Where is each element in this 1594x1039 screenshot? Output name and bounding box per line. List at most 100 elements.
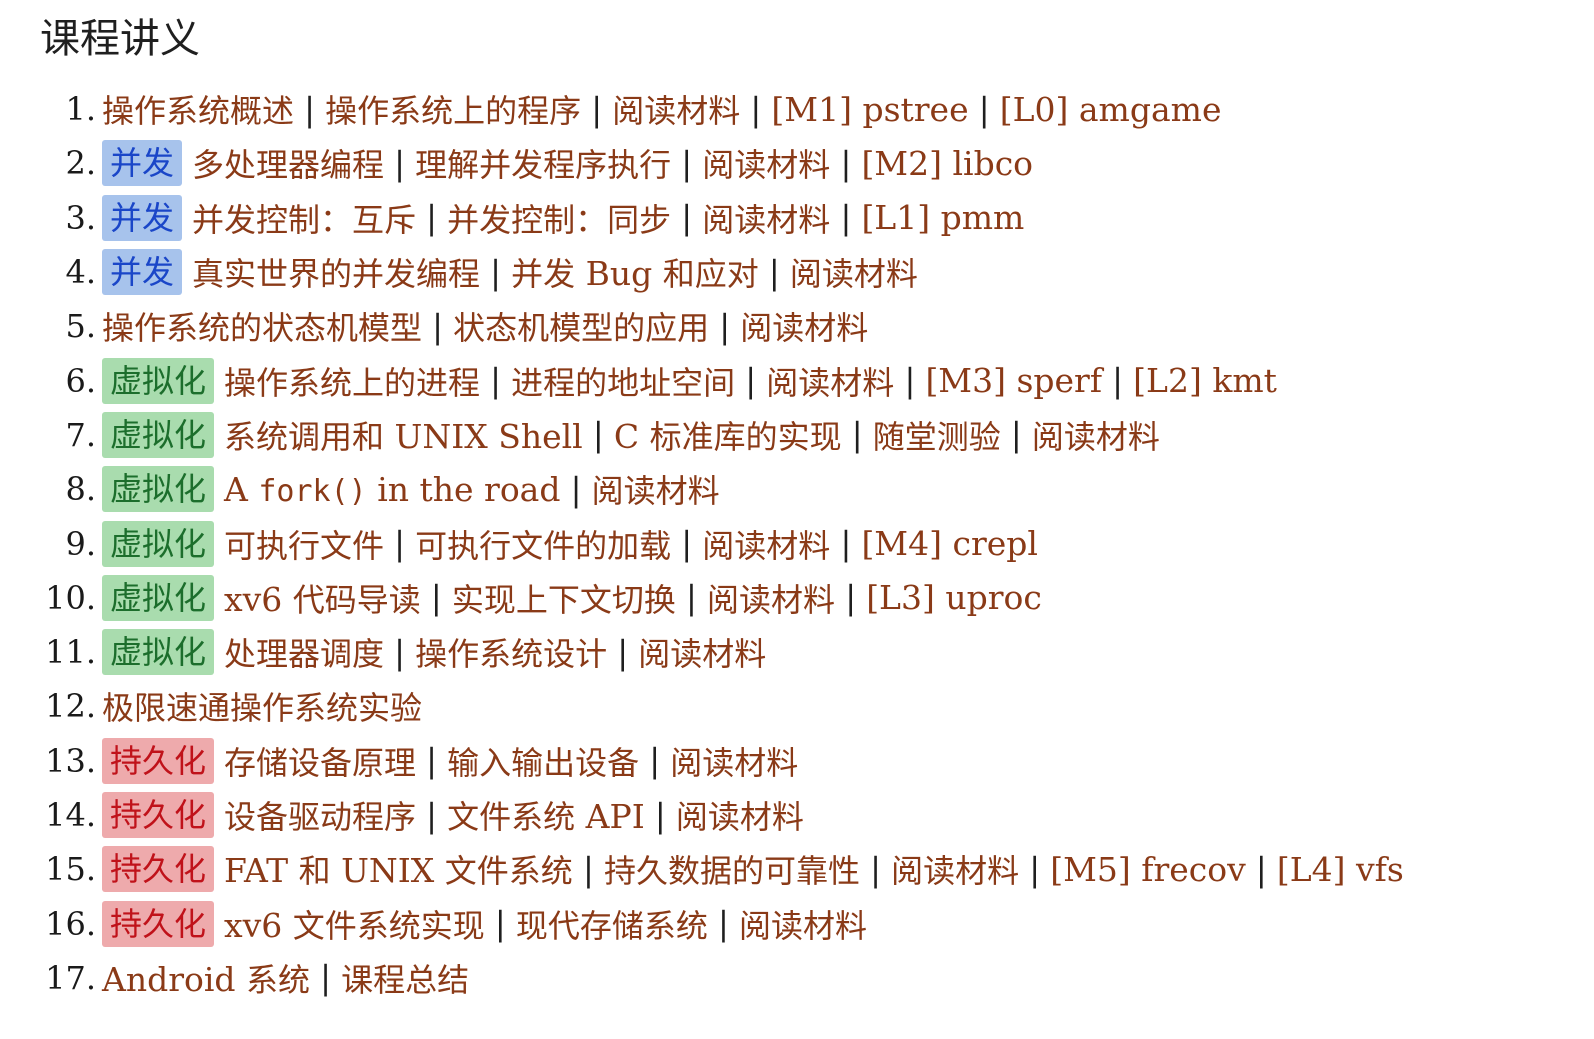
link-separator: | bbox=[490, 252, 502, 292]
lecture-link-item[interactable]: 多处理器编程 bbox=[192, 140, 384, 186]
lecture-link-item[interactable]: 阅读材料 bbox=[702, 195, 830, 241]
lecture-link-bug[interactable]: 并发 Bug 和应对 bbox=[511, 249, 759, 295]
link-separator: | bbox=[978, 89, 990, 129]
lecture-link-l4-vfs[interactable]: [L4] vfs bbox=[1277, 850, 1404, 889]
lecture-link-item[interactable]: 阅读材料 bbox=[1032, 412, 1160, 458]
lecture-link-item[interactable]: 操作系统概述 bbox=[102, 86, 294, 132]
lecture-link-item[interactable]: 处理器调度 bbox=[224, 629, 384, 675]
lecture-link-item[interactable]: 阅读材料 bbox=[740, 303, 868, 349]
lecture-link-item[interactable]: 设备驱动程序 bbox=[224, 792, 416, 838]
lecture-number: 7. bbox=[65, 415, 96, 454]
page-title: 课程讲义 bbox=[40, 16, 200, 62]
lecture-link-unix-shell[interactable]: 系统调用和 UNIX Shell bbox=[224, 412, 583, 458]
lecture-link-m5-frecov[interactable]: [M5] frecov bbox=[1050, 850, 1246, 889]
lecture-link-item[interactable]: 阅读材料 bbox=[739, 901, 867, 947]
lecture-link-item[interactable]: 状态机模型的应用 bbox=[453, 303, 709, 349]
lecture-link-item[interactable]: 操作系统设计 bbox=[415, 629, 607, 675]
lecture-links: 存储设备原理 | 输入输出设备 | 阅读材料 bbox=[224, 738, 798, 784]
lecture-links: FAT 和 UNIX 文件系统 | 持久数据的可靠性 | 阅读材料 | [M5] freco… bbox=[224, 846, 1404, 892]
lecture-link-item[interactable]: 阅读材料 bbox=[638, 629, 766, 675]
category-tag-green: 虚拟化 bbox=[102, 520, 215, 567]
lecture-link-item[interactable]: 课程总结 bbox=[341, 955, 469, 1001]
link-separator: | bbox=[426, 198, 438, 238]
lecture-list: 1. 操作系统概述 | 操作系统上的程序 | 阅读材料 | [M1] pstree | [L0] … bbox=[0, 82, 1404, 1005]
category-tag-blue: 并发 bbox=[102, 140, 183, 187]
link-separator: | bbox=[840, 198, 852, 238]
lecture-link-item[interactable]: 阅读材料 bbox=[702, 521, 830, 567]
lecture-item: 9. 虚拟化 可执行文件 | 可执行文件的加载 | 阅读材料 | [M4] crepl bbox=[0, 516, 1404, 570]
lecture-number: 11. bbox=[45, 633, 96, 672]
lecture-link-item[interactable]: 操作系统的状态机模型 bbox=[102, 303, 422, 349]
lecture-link-item[interactable]: 并发控制：互斥 bbox=[192, 195, 416, 241]
lecture-links: xv6 代码导读 | 实现上下文切换 | 阅读材料 | [L3] uproc bbox=[224, 575, 1042, 621]
lecture-link-fat-unix[interactable]: FAT 和 UNIX 文件系统 bbox=[224, 846, 573, 892]
lecture-link-m2-libco[interactable]: [M2] libco bbox=[861, 144, 1033, 183]
lecture-link-l0-amgame[interactable]: [L0] amgame bbox=[1000, 90, 1222, 129]
lecture-number: 8. bbox=[65, 470, 96, 509]
lecture-link-item[interactable]: 阅读材料 bbox=[676, 792, 804, 838]
category-tag-green: 虚拟化 bbox=[102, 357, 215, 404]
lecture-link-m4-crepl[interactable]: [M4] crepl bbox=[861, 524, 1038, 563]
lecture-item: 16. 持久化 xv6 文件系统实现 | 现代存储系统 | 阅读材料 bbox=[0, 896, 1404, 950]
link-separator: | bbox=[654, 795, 666, 835]
link-separator: | bbox=[432, 306, 444, 346]
link-separator: | bbox=[494, 904, 506, 944]
lecture-link-item[interactable]: 实现上下文切换 bbox=[452, 575, 676, 621]
lecture-link-item[interactable]: 操作系统上的程序 bbox=[325, 86, 581, 132]
link-separator: | bbox=[681, 524, 693, 564]
lecture-links: 多处理器编程 | 理解并发程序执行 | 阅读材料 | [M2] libco bbox=[192, 140, 1033, 186]
lecture-link-l2-kmt[interactable]: [L2] kmt bbox=[1133, 361, 1277, 400]
link-separator: | bbox=[394, 524, 406, 564]
lecture-links: 操作系统概述 | 操作系统上的程序 | 阅读材料 | [M1] pstree | [L0] am… bbox=[102, 86, 1221, 132]
category-tag-red: 持久化 bbox=[102, 900, 215, 947]
lecture-link-item[interactable]: 操作系统上的进程 bbox=[224, 358, 480, 404]
lecture-number: 4. bbox=[65, 253, 96, 292]
lecture-link-l1-pmm[interactable]: [L1] pmm bbox=[861, 198, 1024, 237]
link-separator: | bbox=[768, 252, 780, 292]
lecture-link-item[interactable]: 阅读材料 bbox=[766, 358, 894, 404]
link-separator: | bbox=[845, 578, 857, 618]
lecture-link-android[interactable]: Android 系统 bbox=[102, 955, 310, 1001]
lecture-link-xv6[interactable]: xv6 文件系统实现 bbox=[224, 901, 485, 947]
lecture-link-c[interactable]: C 标准库的实现 bbox=[614, 412, 842, 458]
category-tag-blue: 并发 bbox=[102, 194, 183, 241]
lecture-link-item[interactable]: 可执行文件的加载 bbox=[415, 521, 671, 567]
lecture-link-item[interactable]: 进程的地址空间 bbox=[511, 358, 735, 404]
lecture-link-item[interactable]: 理解并发程序执行 bbox=[415, 140, 671, 186]
lecture-link-item[interactable]: 并发控制：同步 bbox=[447, 195, 671, 241]
lecture-link-item[interactable]: 可执行文件 bbox=[224, 521, 384, 567]
link-separator: | bbox=[592, 415, 604, 455]
lecture-link-item[interactable]: 阅读材料 bbox=[612, 86, 740, 132]
lecture-links: 真实世界的并发编程 | 并发 Bug 和应对 | 阅读材料 bbox=[192, 249, 918, 295]
lecture-link-item[interactable]: 现代存储系统 bbox=[516, 901, 708, 947]
lecture-link-item[interactable]: 极限速通操作系统实验 bbox=[102, 683, 422, 729]
lecture-number: 12. bbox=[45, 687, 96, 726]
lecture-link-item[interactable]: 真实世界的并发编程 bbox=[192, 249, 480, 295]
lecture-number: 6. bbox=[65, 361, 96, 400]
lecture-link-item[interactable]: 存储设备原理 bbox=[224, 738, 416, 784]
lecture-links: 并发控制：互斥 | 并发控制：同步 | 阅读材料 | [L1] pmm bbox=[192, 195, 1024, 241]
lecture-item: 14. 持久化 设备驱动程序 | 文件系统 API | 阅读材料 bbox=[0, 788, 1404, 842]
lecture-link-l3-uproc[interactable]: [L3] uproc bbox=[866, 578, 1042, 617]
lecture-item: 6. 虚拟化 操作系统上的进程 | 进程的地址空间 | 阅读材料 | [M3] sperf | [L… bbox=[0, 353, 1404, 407]
lecture-link-item[interactable]: 持久数据的可靠性 bbox=[604, 846, 860, 892]
lecture-link-item[interactable]: 阅读材料 bbox=[702, 140, 830, 186]
lecture-link-item[interactable]: 输入输出设备 bbox=[447, 738, 639, 784]
link-separator: | bbox=[304, 89, 316, 129]
lecture-link-m3-sperf[interactable]: [M3] sperf bbox=[925, 361, 1102, 400]
lecture-link-item[interactable]: 阅读材料 bbox=[670, 738, 798, 784]
lecture-link-xv6[interactable]: xv6 代码导读 bbox=[224, 575, 421, 621]
lecture-links: 处理器调度 | 操作系统设计 | 阅读材料 bbox=[224, 629, 766, 675]
link-separator: | bbox=[1010, 415, 1022, 455]
link-separator: | bbox=[649, 741, 661, 781]
lecture-link-item[interactable]: 随堂测验 bbox=[873, 412, 1001, 458]
lecture-link-item[interactable]: 阅读材料 bbox=[707, 575, 835, 621]
lecture-link-a-fork-in-the-road[interactable]: A fork() in the road bbox=[224, 470, 560, 509]
lecture-link-api[interactable]: 文件系统 API bbox=[447, 792, 645, 838]
lecture-link-item[interactable]: 阅读材料 bbox=[592, 466, 720, 512]
lecture-link-item[interactable]: 阅读材料 bbox=[790, 249, 918, 295]
link-separator: | bbox=[869, 849, 882, 889]
lecture-link-item[interactable]: 阅读材料 bbox=[891, 846, 1019, 892]
lecture-link-m1-pstree[interactable]: [M1] pstree bbox=[771, 90, 968, 129]
lecture-number: 3. bbox=[65, 198, 96, 237]
